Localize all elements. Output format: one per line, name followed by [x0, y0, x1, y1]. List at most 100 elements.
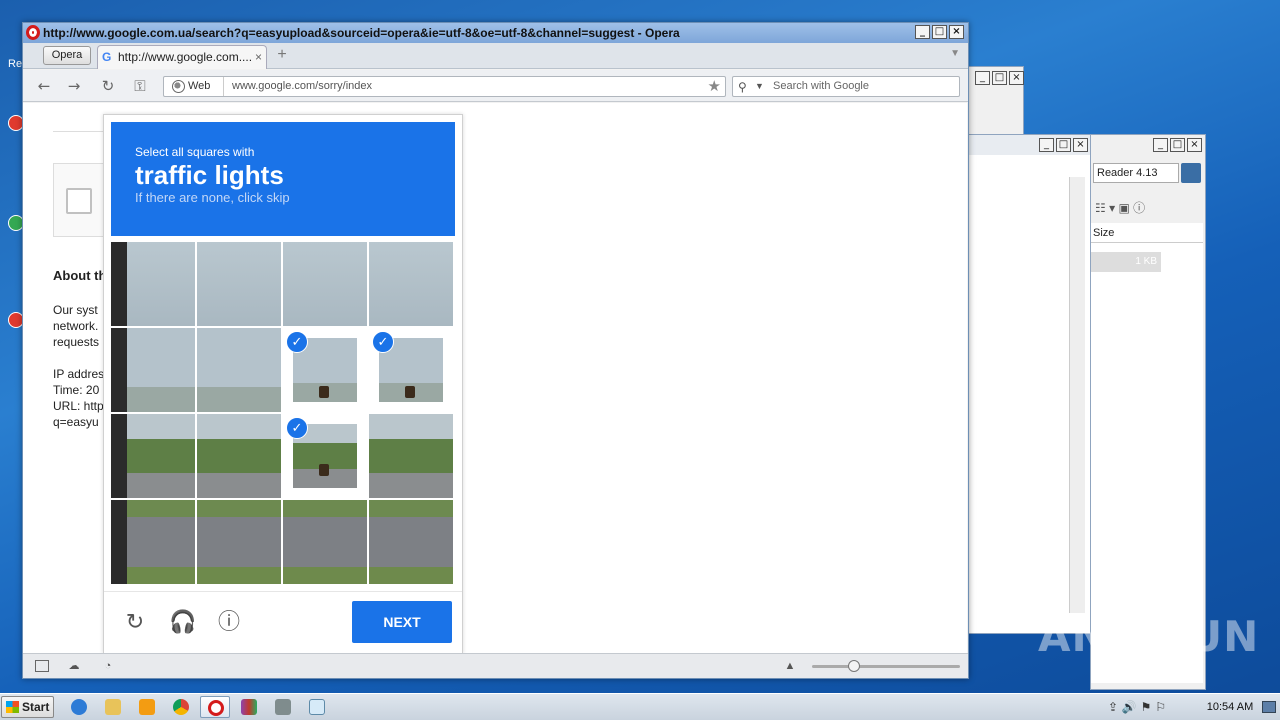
challenge-hint: If there are none, click skip: [135, 190, 290, 205]
close-icon[interactable]: ×: [1073, 138, 1088, 152]
challenge-footer: ↻ 🎧 ⓘ NEXT: [104, 591, 462, 653]
grid-tile[interactable]: [197, 414, 281, 498]
back-icon[interactable]: ←: [35, 77, 53, 95]
minimize-icon[interactable]: _: [915, 25, 930, 39]
view-icon[interactable]: ☷ ▾ ▣ ⓘ: [1095, 199, 1195, 215]
window-titlebar[interactable]: http://www.google.com.ua/search?q=easyup…: [23, 23, 968, 43]
zoom-slider-knob[interactable]: [848, 660, 860, 672]
chrome-icon[interactable]: [166, 696, 196, 718]
opera-window[interactable]: http://www.google.com.ua/search?q=easyup…: [22, 22, 969, 679]
recaptcha-challenge: Select all squares with traffic lights I…: [103, 114, 463, 653]
grid-tile[interactable]: [197, 328, 281, 412]
forward-icon[interactable]: →: [65, 77, 83, 95]
window-title: http://www.google.com.ua/search?q=easyup…: [43, 26, 680, 40]
recaptcha-checkbox[interactable]: [66, 188, 92, 214]
grid-tile[interactable]: [369, 500, 453, 584]
page-text: q=easyu: [53, 415, 99, 429]
opera-taskbar-icon[interactable]: [200, 696, 230, 718]
info-icon[interactable]: ⓘ: [216, 610, 242, 636]
explorer-window[interactable]: _ □ × Reader 4.13 ☷ ▾ ▣ ⓘ Size 1 KB: [1090, 134, 1206, 690]
desktop-icon-label: Re: [8, 58, 23, 70]
tab-menu-icon[interactable]: ▼: [950, 48, 960, 59]
reload-icon[interactable]: ↻: [99, 77, 117, 95]
navigation-bar: ← → ↻ ⚿ Web www.google.com/sorry/index ★…: [23, 70, 968, 102]
taskbar: Start ⇪ 🔊 ⚑ ⚐ 10:54 AM: [0, 693, 1280, 720]
grid-tile[interactable]: [111, 500, 195, 584]
maximize-icon[interactable]: □: [992, 71, 1007, 85]
windows-logo-icon: [6, 701, 19, 713]
divider: [53, 131, 103, 132]
explorer-icon[interactable]: [98, 696, 128, 718]
opera-logo-icon: [26, 25, 40, 40]
selected-check-icon: ✓: [286, 331, 308, 353]
media-player-icon[interactable]: [132, 696, 162, 718]
close-icon[interactable]: ×: [949, 25, 964, 39]
grid-tile[interactable]: ✓: [283, 414, 367, 498]
scrollbar[interactable]: [1069, 177, 1085, 613]
tab-close-icon[interactable]: ×: [255, 46, 262, 68]
show-desktop-icon[interactable]: [1262, 701, 1276, 713]
page-heading: About th: [53, 268, 107, 283]
image-grid: ✓ ✓ ✓: [111, 242, 455, 586]
minimize-icon[interactable]: _: [975, 71, 990, 85]
close-icon[interactable]: ×: [1009, 71, 1024, 85]
archive-icon[interactable]: [268, 696, 298, 718]
bookmark-star-icon[interactable]: ★: [708, 77, 721, 96]
new-tab-icon[interactable]: +: [273, 47, 291, 65]
grid-tile[interactable]: [369, 414, 453, 498]
background-window[interactable]: _ □ ×: [968, 66, 1024, 136]
background-window[interactable]: _ □ ×: [968, 134, 1092, 634]
challenge-target: traffic lights: [135, 160, 284, 190]
tab-bar: Opera G http://www.google.com.... × + ▼: [23, 43, 968, 69]
page-text: requests: [53, 335, 100, 349]
start-button[interactable]: Start: [1, 696, 54, 718]
search-icon: ⚲: [738, 80, 747, 94]
maximize-icon[interactable]: □: [1170, 138, 1185, 152]
clock[interactable]: 10:54 AM: [1200, 694, 1260, 720]
challenge-header: Select all squares with traffic lights I…: [111, 122, 455, 236]
key-icon[interactable]: ⚿: [131, 77, 149, 95]
ie-icon[interactable]: [64, 696, 94, 718]
notepad-icon[interactable]: [302, 696, 332, 718]
google-favicon-icon: G: [102, 50, 112, 64]
maximize-icon[interactable]: □: [1056, 138, 1071, 152]
grid-tile[interactable]: [283, 242, 367, 326]
search-input[interactable]: ⚲ ▼ Search with Google: [732, 76, 960, 97]
zoom-slider[interactable]: [812, 660, 960, 672]
globe-icon: [172, 80, 185, 93]
grid-tile[interactable]: ✓: [283, 328, 367, 412]
grid-tile[interactable]: [197, 242, 281, 326]
page-text: Our syst: [53, 303, 98, 317]
address-bar[interactable]: Web www.google.com/sorry/index ★: [163, 76, 726, 97]
page-text: network.: [53, 319, 99, 333]
reload-icon[interactable]: ↻: [122, 610, 148, 636]
opera-menu-button[interactable]: Opera: [43, 46, 91, 65]
address-url[interactable]: www.google.com/sorry/index: [232, 77, 372, 96]
grid-tile[interactable]: [111, 328, 195, 412]
grid-tile[interactable]: [111, 242, 195, 326]
browser-tab[interactable]: G http://www.google.com.... ×: [97, 45, 267, 69]
cloud-icon[interactable]: ☁: [67, 660, 81, 672]
page-text: URL: http: [53, 399, 104, 413]
grid-tile[interactable]: [283, 500, 367, 584]
panel-toggle-icon[interactable]: [35, 660, 49, 672]
grid-tile[interactable]: [369, 242, 453, 326]
column-header-size[interactable]: Size: [1091, 223, 1203, 243]
next-button[interactable]: NEXT: [352, 601, 452, 643]
winrar-icon[interactable]: [234, 696, 264, 718]
headphones-icon[interactable]: 🎧: [169, 610, 196, 636]
minimize-icon[interactable]: _: [1153, 138, 1168, 152]
speed-dial-icon[interactable]: ◔: [101, 660, 115, 672]
explorer-address[interactable]: Reader 4.13: [1093, 163, 1179, 183]
minimize-icon[interactable]: _: [1039, 138, 1054, 152]
tray-icons[interactable]: ⇪ 🔊 ⚑ ⚐: [1108, 700, 1166, 714]
grid-tile[interactable]: [197, 500, 281, 584]
maximize-icon[interactable]: □: [932, 25, 947, 39]
search-icon[interactable]: [1181, 163, 1201, 183]
up-arrow-icon[interactable]: ▲: [783, 660, 797, 672]
chevron-down-icon[interactable]: ▼: [755, 77, 764, 96]
grid-tile[interactable]: [111, 414, 195, 498]
grid-tile[interactable]: ✓: [369, 328, 453, 412]
close-icon[interactable]: ×: [1187, 138, 1202, 152]
web-badge[interactable]: Web: [164, 77, 224, 96]
